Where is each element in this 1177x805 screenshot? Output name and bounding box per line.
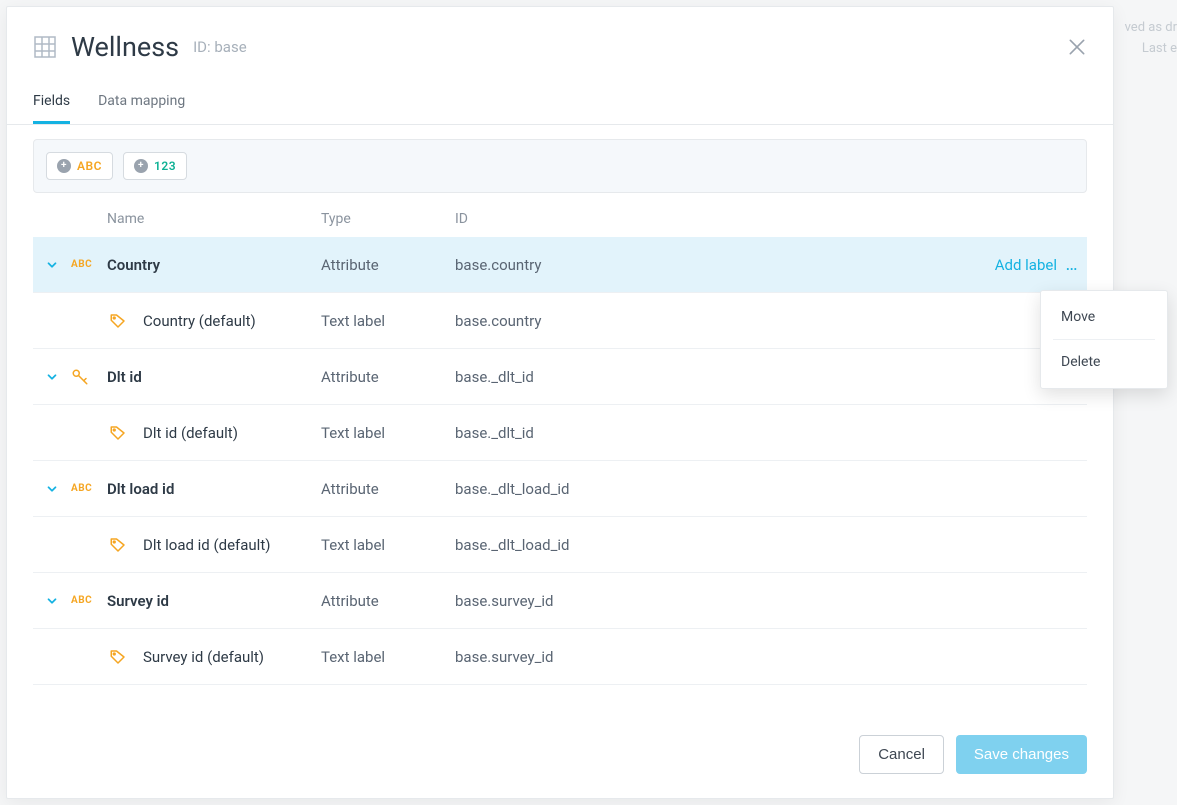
table-row[interactable]: Dlt load id (default) Text label base._d… [33,517,1087,573]
add-num-label: 123 [154,159,176,173]
field-id: base._dlt_id [455,368,937,386]
background-status-line1: ved as dr [1125,18,1177,39]
background-status-line2: Last e [1125,39,1177,60]
chevron-down-icon[interactable] [45,482,59,496]
field-id: base.survey_id [455,648,937,666]
row-context-menu: Move Delete [1040,290,1168,389]
field-id: base._dlt_load_id [455,480,937,498]
table-row[interactable]: Country (default) Text label base.countr… [33,293,1087,349]
abc-icon: ABC [71,595,92,606]
add-abc-attribute-button[interactable]: + ABC [46,152,113,180]
field-id: base._dlt_load_id [455,536,937,554]
field-name: Dlt load id [107,480,321,498]
table-row[interactable]: ABC Dlt load id Attribute base._dlt_load… [33,461,1087,517]
cancel-button[interactable]: Cancel [859,735,944,774]
field-type: Text label [321,648,455,666]
tab-bar: Fields Data mapping [7,83,1113,125]
save-changes-button[interactable]: Save changes [956,735,1087,774]
field-name: Dlt load id (default) [143,536,321,554]
close-icon[interactable] [1067,37,1087,57]
menu-item-move[interactable]: Move [1041,297,1167,337]
field-type: Attribute [321,592,455,610]
modal-id-label: ID: base [193,38,247,56]
field-id: base.survey_id [455,592,937,610]
menu-divider [1053,339,1155,340]
modal-header: Wellness ID: base [7,7,1113,71]
add-numeric-attribute-button[interactable]: + 123 [123,152,187,180]
chevron-down-icon[interactable] [45,258,59,272]
tag-icon [109,536,127,554]
chevron-down-icon[interactable] [45,594,59,608]
table-row[interactable]: Dlt id (default) Text label base._dlt_id [33,405,1087,461]
key-icon [71,368,89,386]
field-id: base._dlt_id [455,424,937,442]
modal-footer: Cancel Save changes [7,715,1113,798]
tab-fields[interactable]: Fields [33,83,70,124]
field-type: Text label [321,312,455,330]
menu-item-delete[interactable]: Delete [1041,342,1167,382]
field-type: Text label [321,424,455,442]
tag-icon [109,312,127,330]
fields-toolbar: + ABC + 123 [33,139,1087,193]
field-type: Attribute [321,480,455,498]
field-type: Attribute [321,368,455,386]
field-id: base.country [455,312,937,330]
chevron-down-icon[interactable] [45,370,59,384]
abc-icon: ABC [71,483,92,494]
field-name: Survey id (default) [143,648,321,666]
table-row[interactable]: ABC Survey id Attribute base.survey_id [33,573,1087,629]
field-name: Dlt id (default) [143,424,321,442]
field-name: Country (default) [143,312,321,330]
abc-icon: ABC [71,259,92,270]
table-row[interactable]: ABC Country Attribute base.country Add l… [33,237,1087,293]
column-header-id: ID [455,211,937,227]
field-name: Country [107,256,321,274]
add-abc-label: ABC [77,159,102,173]
column-header-type: Type [321,211,455,227]
plus-icon: + [57,159,71,173]
fields-table: Name Type ID ABC Country Attribute base.… [33,193,1087,685]
field-id: base.country [455,256,937,274]
dataset-grid-icon [33,35,57,59]
table-row[interactable]: Dlt id Attribute base._dlt_id [33,349,1087,405]
table-row[interactable]: Survey id (default) Text label base.surv… [33,629,1087,685]
table-header-row: Name Type ID [33,193,1087,237]
modal-title: Wellness [71,31,179,63]
column-header-name: Name [107,211,321,227]
plus-icon: + [134,159,148,173]
add-label-link[interactable]: Add label [995,256,1057,274]
field-name: Survey id [107,592,321,610]
tag-icon [109,424,127,442]
tab-data-mapping[interactable]: Data mapping [98,83,185,124]
dataset-modal: Wellness ID: base Fields Data mapping + … [6,6,1114,799]
tag-icon [109,648,127,666]
more-actions-icon[interactable]: … [1065,254,1078,275]
background-status: ved as dr Last e [1125,18,1177,60]
field-type: Attribute [321,256,455,274]
field-type: Text label [321,536,455,554]
field-name: Dlt id [107,368,321,386]
